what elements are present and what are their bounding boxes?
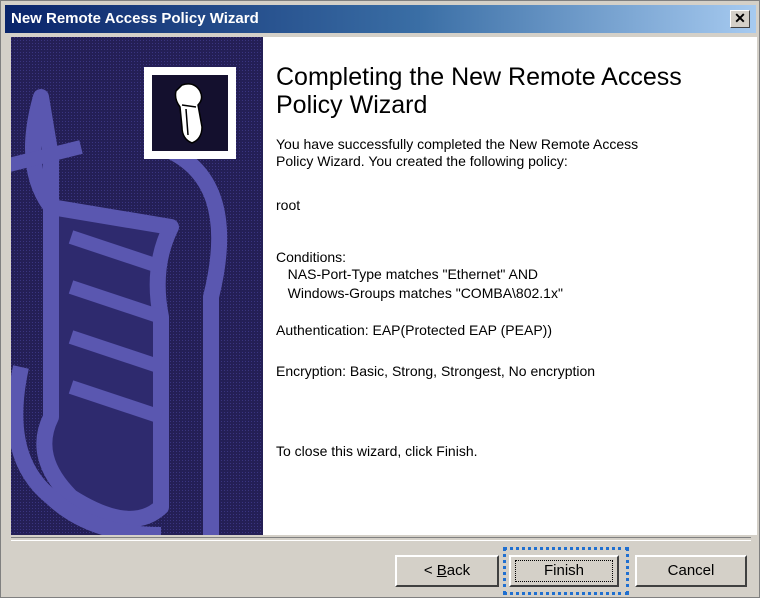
close-icon: ✕ [734, 10, 746, 26]
button-separator [11, 537, 751, 541]
authentication-text: Authentication: EAP(Protected EAP (PEAP)… [276, 322, 552, 338]
policy-name: root [276, 197, 301, 213]
back-button[interactable]: < Back [395, 555, 499, 587]
wizard-window: New Remote Access Policy Wizard ✕ Comple… [0, 0, 760, 598]
wizard-logo [144, 67, 236, 159]
finish-button[interactable]: Finish [509, 555, 619, 587]
person-figure-icon [152, 75, 228, 151]
title-bar[interactable]: New Remote Access Policy Wizard ✕ [5, 5, 756, 33]
intro-text: You have successfully completed the New … [276, 136, 639, 169]
window-title: New Remote Access Policy Wizard [11, 10, 259, 27]
condition-line-1: NAS-Port-Type matches "Ethernet" AND [276, 266, 539, 282]
page-title: Completing the New Remote Access Policy … [276, 63, 682, 119]
conditions-label: Conditions: [276, 249, 347, 265]
cancel-button[interactable]: Cancel [635, 555, 747, 587]
close-hint-text: To close this wizard, click Finish. [276, 443, 478, 459]
close-button[interactable]: ✕ [730, 10, 750, 28]
condition-line-2: Windows-Groups matches "COMBA\802.1x" [276, 285, 563, 301]
wizard-content: Completing the New Remote Access Policy … [263, 37, 757, 535]
encryption-text: Encryption: Basic, Strong, Strongest, No… [276, 363, 596, 379]
